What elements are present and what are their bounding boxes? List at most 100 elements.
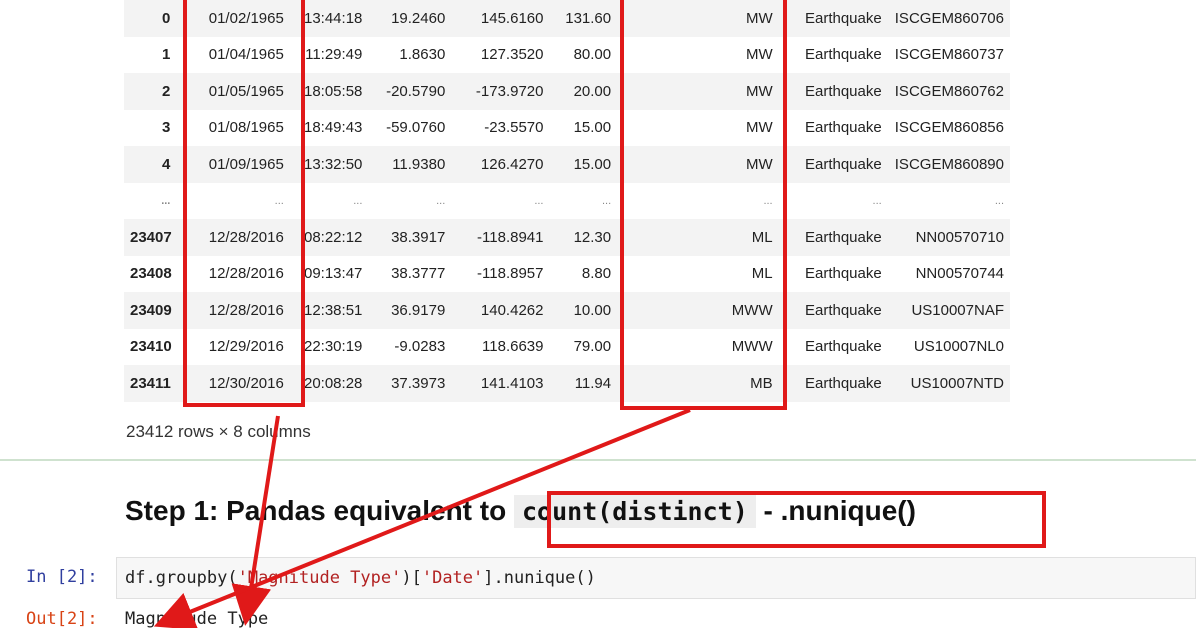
table-cell-date: 12/28/2016 (176, 219, 290, 256)
row-index-cell: 23407 (124, 219, 177, 256)
table-cell-magtype: MW (617, 109, 779, 146)
table-cell-lat: 38.3917 (368, 219, 452, 256)
table-row: 4 01/09/1965 13:32:50 11.9380 126.4270 15.00 M… (124, 146, 1010, 183)
table-cell-lat: 38.3777 (368, 255, 452, 292)
table-cell-depth: 10.00 (549, 292, 618, 329)
table-cell-id: ... (887, 182, 1010, 219)
table-row: 23407 12/28/2016 08:22:12 38.3917 -118.8941 1… (124, 219, 1010, 256)
table-cell-depth: 15.00 (549, 146, 618, 183)
table-cell-magtype: MW (617, 0, 779, 37)
code-token: ].nunique() (483, 568, 596, 588)
row-index-cell: 23411 (124, 365, 177, 402)
row-index-cell: 0 (124, 0, 177, 37)
table-cell-depth: 80.00 (549, 36, 618, 73)
table-cell-time: 18:49:43 (289, 109, 369, 146)
table-cell-time: 11:29:49 (289, 36, 369, 73)
table-cell-magtype: MW (617, 73, 779, 110)
table-cell-date: 01/08/1965 (176, 109, 290, 146)
table-cell-time: 08:22:12 (289, 219, 369, 256)
table-cell-type: Earthquake (778, 73, 888, 110)
heading-suffix: - .nunique() (755, 495, 916, 526)
table-cell-lon: -118.8941 (451, 219, 550, 256)
table-cell-depth: 15.00 (549, 109, 618, 146)
cell-divider (0, 459, 1196, 461)
table-cell-date: 12/30/2016 (176, 365, 290, 402)
table-row: 3 01/08/1965 18:49:43 -59.0760 -23.5570 15.00… (124, 109, 1010, 146)
table-cell-depth: 20.00 (549, 73, 618, 110)
dataframe-shape-summary: 23412 rows × 8 columns (126, 422, 311, 441)
table-cell-lat: 37.3973 (368, 365, 452, 402)
table-cell-lon: 118.6639 (451, 328, 550, 365)
table-cell-type: Earthquake (778, 365, 888, 402)
table-cell-lon: 126.4270 (451, 146, 550, 183)
table-cell-time: 13:44:18 (289, 0, 369, 37)
output-prompt: Out[2]: (26, 609, 98, 629)
table-row: 23409 12/28/2016 12:38:51 36.9179 140.4262 10… (124, 292, 1010, 329)
table-cell-depth: ... (549, 182, 618, 219)
table-cell-id: ISCGEM860737 (887, 36, 1010, 73)
table-cell-date: 12/28/2016 (176, 292, 290, 329)
table-row: 0 01/02/1965 13:44:18 19.2460 145.6160 131.60… (124, 0, 1010, 37)
table-cell-type: ... (778, 182, 888, 219)
table-cell-date: 01/04/1965 (176, 36, 290, 73)
code-cell-input[interactable]: df.groupby('Magnitude Type')['Date'].nun… (116, 557, 1196, 599)
table-cell-date: 01/02/1965 (176, 0, 290, 37)
table-cell-id: US10007NAF (887, 292, 1010, 329)
input-prompt: In [2]: (26, 567, 98, 587)
table-cell-type: Earthquake (778, 292, 888, 329)
code-token: )[ (401, 568, 422, 588)
table-cell-id: US10007NTD (887, 365, 1010, 402)
table-row: 23411 12/30/2016 20:08:28 37.3973 141.4103 11… (124, 365, 1010, 402)
table-row: 1 01/04/1965 11:29:49 1.8630 127.3520 80.00 MW… (124, 36, 1010, 73)
table-cell-depth: 12.30 (549, 219, 618, 256)
table-cell-lat: 11.9380 (368, 146, 452, 183)
table-cell-id: ISCGEM860706 (887, 0, 1010, 37)
table-cell-lon: -118.8957 (451, 255, 550, 292)
code-string: 'Magnitude Type' (237, 568, 402, 588)
table-cell-lon: 140.4262 (451, 292, 550, 329)
table-cell-date: ... (176, 182, 290, 219)
table-cell-time: 12:38:51 (289, 292, 369, 329)
row-index-cell: 2 (124, 73, 177, 110)
table-cell-magtype: ML (617, 255, 779, 292)
table-cell-magtype: MWW (617, 292, 779, 329)
table-cell-lon: 127.3520 (451, 36, 550, 73)
table-cell-lon: 145.6160 (451, 0, 550, 37)
table-row: 2 01/05/1965 18:05:58 -20.5790 -173.9720 20.0… (124, 73, 1010, 110)
table-cell-type: Earthquake (778, 328, 888, 365)
row-index-cell: 3 (124, 109, 177, 146)
table-cell-lat: -9.0283 (368, 328, 452, 365)
table-cell-id: NN00570744 (887, 255, 1010, 292)
table-row: 23408 12/28/2016 09:13:47 38.3777 -118.8957 8… (124, 255, 1010, 292)
code-line: df.groupby('Magnitude Type')['Date'].nun… (125, 568, 596, 588)
table-cell-id: ISCGEM860762 (887, 73, 1010, 110)
heading-prefix: Step 1: Pandas equivalent to (125, 495, 514, 526)
code-string: 'Date' (421, 568, 484, 588)
table-cell-date: 12/28/2016 (176, 255, 290, 292)
table-cell-depth: 11.94 (549, 365, 618, 402)
table-cell-lat: 1.8630 (368, 36, 452, 73)
table-cell-lon: -173.9720 (451, 73, 550, 110)
row-index-cell: 23409 (124, 292, 177, 329)
table-cell-type: Earthquake (778, 219, 888, 256)
table-cell-time: 22:30:19 (289, 328, 369, 365)
table-cell-time: 20:08:28 (289, 365, 369, 402)
table-cell-id: US10007NL0 (887, 328, 1010, 365)
table-cell-date: 01/09/1965 (176, 146, 290, 183)
table-cell-depth: 79.00 (549, 328, 618, 365)
code-token: df.groupby( (125, 568, 238, 588)
row-index-cell: 23408 (124, 255, 177, 292)
table-cell-type: Earthquake (778, 0, 888, 37)
row-index-cell: 4 (124, 146, 177, 183)
table-cell-magtype: MWW (617, 328, 779, 365)
table-cell-lat: -20.5790 (368, 73, 452, 110)
dataframe-table: 0 01/02/1965 13:44:18 19.2460 145.6160 131.60… (124, 0, 1010, 402)
table-cell-depth: 8.80 (549, 255, 618, 292)
table-cell-lon: -23.5570 (451, 109, 550, 146)
table-cell-magtype: ML (617, 219, 779, 256)
table-cell-lon: ... (451, 182, 550, 219)
row-index-cell: 1 (124, 36, 177, 73)
row-index-cell: ... (124, 182, 177, 219)
table-cell-id: ISCGEM860890 (887, 146, 1010, 183)
table-cell-id: ISCGEM860856 (887, 109, 1010, 146)
